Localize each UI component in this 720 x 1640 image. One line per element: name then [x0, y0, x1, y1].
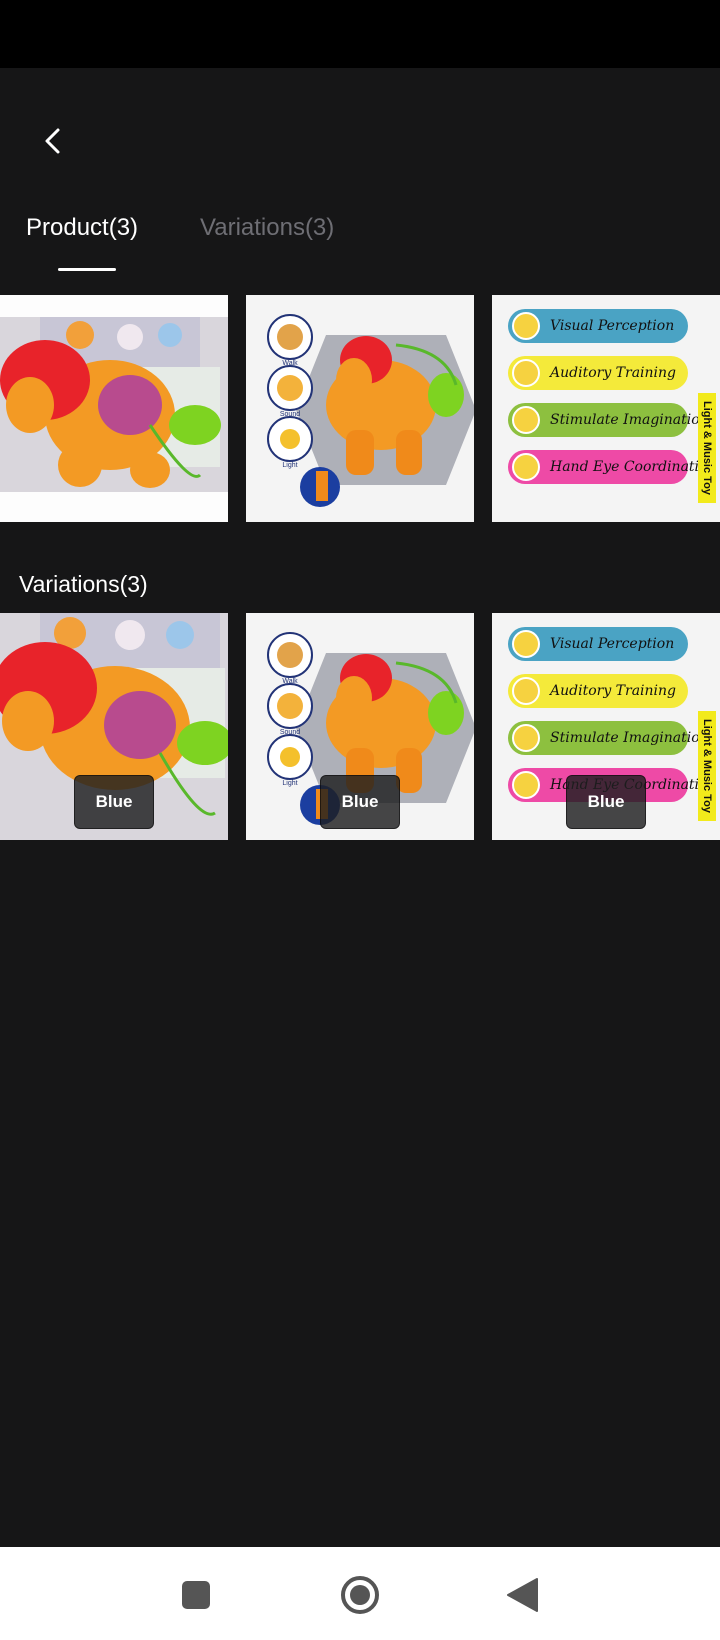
variation-label-2: Blue — [320, 775, 400, 829]
light-label: Light — [282, 462, 297, 469]
benefit-pill-visual: Visual Perception — [508, 309, 688, 343]
variations-section-title: Variations(3) — [19, 571, 148, 597]
variations-row: Blue Walk Sound Light Blue Visual Percep… — [0, 613, 720, 840]
recent-apps-button[interactable] — [168, 1567, 224, 1623]
sound-label: Sound — [280, 411, 300, 418]
square-icon — [182, 1581, 210, 1609]
product-image-1[interactable] — [0, 295, 228, 522]
puzzle-icon — [512, 724, 540, 752]
product-images-row: Walk Sound Light Visual Perception Audit… — [0, 295, 720, 522]
ear-icon — [512, 359, 540, 387]
system-navigation-bar — [0, 1547, 720, 1640]
circle-home-icon — [341, 1576, 379, 1614]
product-image-2[interactable]: Walk Sound Light — [246, 295, 474, 522]
puzzle-icon — [512, 406, 540, 434]
light-music-toy-label: Light & Music Toy — [698, 393, 716, 503]
sound-label-variation: Sound — [280, 729, 300, 736]
hand-icon — [512, 771, 540, 799]
benefit-pill-auditory: Auditory Training — [508, 356, 688, 390]
variation-label-3: Blue — [566, 775, 646, 829]
walk-label: Walk — [282, 360, 298, 367]
light-label-variation: Light — [282, 780, 297, 787]
tab-variations[interactable]: Variations(3) — [200, 208, 334, 248]
eye-icon — [512, 312, 540, 340]
variation-item-1[interactable]: Blue — [0, 613, 228, 840]
system-back-button[interactable] — [494, 1567, 550, 1623]
variation-label-1: Blue — [74, 775, 154, 829]
hand-icon — [512, 453, 540, 481]
light-music-toy-label-variation: Light & Music Toy — [698, 711, 716, 821]
active-tab-indicator — [58, 268, 116, 271]
eye-icon — [512, 630, 540, 658]
product-image-3[interactable]: Visual Perception Auditory Training Stim… — [492, 295, 720, 522]
home-button[interactable] — [332, 1567, 388, 1623]
chevron-left-icon — [45, 128, 60, 154]
benefit-pill-imagination-variation: Stimulate Imagination — [508, 721, 709, 755]
variation-item-2[interactable]: Walk Sound Light Blue — [246, 613, 474, 840]
benefit-pill-auditory-variation: Auditory Training — [508, 674, 688, 708]
benefit-pill-visual-variation: Visual Perception — [508, 627, 688, 661]
variation-item-3[interactable]: Visual Perception Auditory Training Stim… — [492, 613, 720, 840]
benefit-pill-imagination: Stimulate Imagination — [508, 403, 709, 437]
walk-label-variation: Walk — [282, 678, 298, 685]
back-button[interactable] — [30, 118, 76, 164]
status-bar — [0, 0, 720, 68]
tab-product[interactable]: Product(3) — [26, 208, 138, 248]
triangle-back-icon — [507, 1578, 538, 1612]
horse-box-photo — [0, 295, 228, 522]
horse-features-graphic: Walk Sound Light — [246, 295, 474, 522]
app-screen: Product(3) Variations(3) Walk Sound Ligh… — [0, 68, 720, 1547]
benefit-pill-coordination: Hand Eye Coordination — [508, 450, 716, 484]
ear-icon — [512, 677, 540, 705]
tab-bar: Product(3) Variations(3) — [0, 208, 720, 288]
